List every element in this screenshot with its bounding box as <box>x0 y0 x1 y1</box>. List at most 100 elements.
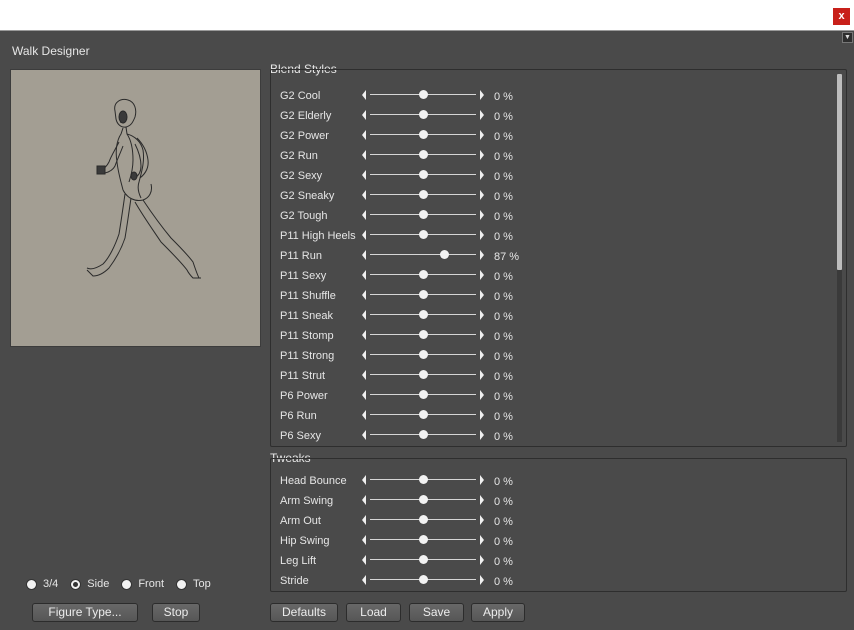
decrement-arrow-icon[interactable] <box>362 495 366 505</box>
slider-knob[interactable] <box>419 90 428 99</box>
close-button[interactable]: x <box>833 8 850 25</box>
value-slider[interactable] <box>362 169 484 181</box>
slider-knob[interactable] <box>419 190 428 199</box>
value-slider[interactable] <box>362 189 484 201</box>
decrement-arrow-icon[interactable] <box>362 330 366 340</box>
slider-knob[interactable] <box>419 170 428 179</box>
slider-knob[interactable] <box>419 495 428 504</box>
value-slider[interactable] <box>362 389 484 401</box>
increment-arrow-icon[interactable] <box>480 390 484 400</box>
decrement-arrow-icon[interactable] <box>362 270 366 280</box>
increment-arrow-icon[interactable] <box>480 290 484 300</box>
slider-knob[interactable] <box>419 230 428 239</box>
value-slider[interactable] <box>362 89 484 101</box>
save-button[interactable]: Save <box>409 603 464 622</box>
value-slider[interactable] <box>362 149 484 161</box>
slider-knob[interactable] <box>419 330 428 339</box>
value-slider[interactable] <box>362 309 484 321</box>
decrement-arrow-icon[interactable] <box>362 110 366 120</box>
value-slider[interactable] <box>362 369 484 381</box>
load-button[interactable]: Load <box>346 603 401 622</box>
value-slider[interactable] <box>362 349 484 361</box>
blend-styles-scrollbar[interactable] <box>837 74 842 442</box>
decrement-arrow-icon[interactable] <box>362 390 366 400</box>
increment-arrow-icon[interactable] <box>480 190 484 200</box>
increment-arrow-icon[interactable] <box>480 495 484 505</box>
slider-knob[interactable] <box>419 290 428 299</box>
view-option[interactable]: Side <box>70 578 109 590</box>
decrement-arrow-icon[interactable] <box>362 190 366 200</box>
value-slider[interactable] <box>362 534 484 546</box>
apply-button[interactable]: Apply <box>471 603 525 622</box>
value-slider[interactable] <box>362 429 484 441</box>
value-slider[interactable] <box>362 229 484 241</box>
decrement-arrow-icon[interactable] <box>362 230 366 240</box>
decrement-arrow-icon[interactable] <box>362 430 366 440</box>
value-slider[interactable] <box>362 249 484 261</box>
increment-arrow-icon[interactable] <box>480 310 484 320</box>
increment-arrow-icon[interactable] <box>480 370 484 380</box>
decrement-arrow-icon[interactable] <box>362 475 366 485</box>
value-slider[interactable] <box>362 209 484 221</box>
view-option[interactable]: Top <box>176 578 211 590</box>
increment-arrow-icon[interactable] <box>480 90 484 100</box>
slider-knob[interactable] <box>419 110 428 119</box>
decrement-arrow-icon[interactable] <box>362 170 366 180</box>
slider-knob[interactable] <box>419 390 428 399</box>
increment-arrow-icon[interactable] <box>480 250 484 260</box>
radio-button[interactable] <box>176 578 188 590</box>
increment-arrow-icon[interactable] <box>480 130 484 140</box>
increment-arrow-icon[interactable] <box>480 270 484 280</box>
slider-track[interactable] <box>370 254 476 255</box>
value-slider[interactable] <box>362 129 484 141</box>
increment-arrow-icon[interactable] <box>480 230 484 240</box>
slider-knob[interactable] <box>419 210 428 219</box>
value-slider[interactable] <box>362 269 484 281</box>
increment-arrow-icon[interactable] <box>480 515 484 525</box>
slider-knob[interactable] <box>419 575 428 584</box>
slider-knob[interactable] <box>419 475 428 484</box>
increment-arrow-icon[interactable] <box>480 575 484 585</box>
decrement-arrow-icon[interactable] <box>362 350 366 360</box>
decrement-arrow-icon[interactable] <box>362 535 366 545</box>
stop-button[interactable]: Stop <box>152 603 200 622</box>
value-slider[interactable] <box>362 289 484 301</box>
value-slider[interactable] <box>362 474 484 486</box>
value-slider[interactable] <box>362 514 484 526</box>
radio-button[interactable] <box>121 578 133 590</box>
value-slider[interactable] <box>362 409 484 421</box>
radio-button[interactable] <box>26 578 37 590</box>
slider-knob[interactable] <box>419 555 428 564</box>
decrement-arrow-icon[interactable] <box>362 515 366 525</box>
value-slider[interactable] <box>362 574 484 586</box>
decrement-arrow-icon[interactable] <box>362 310 366 320</box>
slider-knob[interactable] <box>419 350 428 359</box>
slider-knob[interactable] <box>419 535 428 544</box>
slider-knob[interactable] <box>419 310 428 319</box>
increment-arrow-icon[interactable] <box>480 555 484 565</box>
figure-type-button[interactable]: Figure Type... <box>32 603 138 622</box>
value-slider[interactable] <box>362 329 484 341</box>
slider-knob[interactable] <box>419 515 428 524</box>
slider-knob[interactable] <box>419 150 428 159</box>
view-option[interactable]: 3/4 <box>26 578 58 590</box>
decrement-arrow-icon[interactable] <box>362 410 366 420</box>
radio-button[interactable] <box>70 578 82 590</box>
increment-arrow-icon[interactable] <box>480 410 484 420</box>
increment-arrow-icon[interactable] <box>480 430 484 440</box>
view-option[interactable]: Front <box>121 578 164 590</box>
value-slider[interactable] <box>362 554 484 566</box>
defaults-button[interactable]: Defaults <box>270 603 338 622</box>
increment-arrow-icon[interactable] <box>480 535 484 545</box>
increment-arrow-icon[interactable] <box>480 110 484 120</box>
decrement-arrow-icon[interactable] <box>362 130 366 140</box>
increment-arrow-icon[interactable] <box>480 170 484 180</box>
slider-knob[interactable] <box>419 130 428 139</box>
slider-knob[interactable] <box>419 270 428 279</box>
decrement-arrow-icon[interactable] <box>362 575 366 585</box>
decrement-arrow-icon[interactable] <box>362 210 366 220</box>
slider-knob[interactable] <box>419 410 428 419</box>
slider-knob[interactable] <box>419 430 428 439</box>
increment-arrow-icon[interactable] <box>480 475 484 485</box>
decrement-arrow-icon[interactable] <box>362 250 366 260</box>
